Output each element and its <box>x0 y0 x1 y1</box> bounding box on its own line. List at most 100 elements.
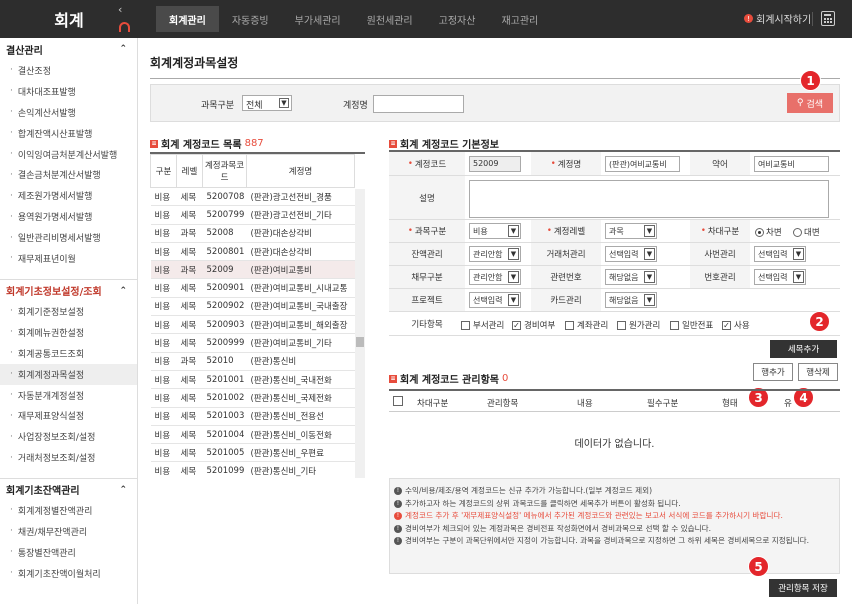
sidebar-item[interactable]: 회계공통코드조회 <box>0 343 137 364</box>
table-row[interactable]: 비용 세목 5200801 (판관)대손상각비 <box>150 242 355 262</box>
sidebar-item[interactable]: 회계기초잔액이월처리 <box>0 563 137 584</box>
desc-textarea[interactable] <box>469 180 829 218</box>
sidebar-item[interactable]: 결손금처분계산서발행 <box>0 164 137 185</box>
table-row[interactable]: 비용 세목 5201005 (판관)통신비_우편료 <box>150 443 355 463</box>
debt-select[interactable]: 관리안함 ▼ <box>469 269 521 285</box>
sidebar-item[interactable]: 사업장정보조회/설정 <box>0 426 137 447</box>
form-row: • 과목구분 비용 ▼ • 계정레벨 과목 ▼ • 차대구분 차변 대변 <box>389 220 840 243</box>
name-field[interactable]: (판관)여비교통비 <box>605 156 680 172</box>
start-accounting-link[interactable]: ! 회계시작하기 <box>744 11 811 26</box>
account-checkbox[interactable]: 계좌관리 <box>565 319 608 331</box>
table-cell: 비용 <box>150 388 177 408</box>
add-row-button[interactable]: 행추가 <box>753 363 793 381</box>
cost-checkbox[interactable]: 원가관리 <box>617 319 660 331</box>
tab-fixed-assets[interactable]: 고정자산 <box>426 6 489 32</box>
tab-inventory[interactable]: 재고관리 <box>488 6 551 32</box>
callout-badge-1: 1 <box>800 70 821 91</box>
sidebar-item[interactable]: 통장별잔액관리 <box>0 542 137 563</box>
tab-withholding[interactable]: 원천세관리 <box>354 6 426 32</box>
sidebar-item[interactable]: 합계잔액시산표발행 <box>0 123 137 144</box>
sidebar-item[interactable]: 거래처정보조회/설정 <box>0 447 137 468</box>
credit-radio[interactable]: 대변 <box>793 226 820 238</box>
table-row[interactable]: 비용 세목 5200903 (판관)여비교통비_해외출장 <box>150 315 355 335</box>
general-voucher-checkbox[interactable]: 일반전표 <box>670 319 713 331</box>
partner-select[interactable]: 선택입력 ▼ <box>605 246 657 262</box>
list-scrollbar[interactable] <box>355 189 365 478</box>
type-select[interactable]: 비용 ▼ <box>469 223 521 239</box>
chevron-down-icon: ▼ <box>644 271 655 283</box>
sidebar-item[interactable]: 회계계정별잔액관리 <box>0 500 137 521</box>
sidebar-item[interactable]: 자동분개계정설정 <box>0 385 137 406</box>
sidebar-item[interactable]: 재무제표양식설정 <box>0 405 137 426</box>
type-filter-select[interactable]: 전체 ▼ <box>242 95 292 111</box>
search-button[interactable]: ⚲ 검색 <box>787 93 833 113</box>
relno-select[interactable]: 해당없음 ▼ <box>605 269 657 285</box>
table-row[interactable]: 비용 세목 5200901 (판관)여비교통비_시내교통 <box>150 278 355 298</box>
empty-message: 데이터가 없습니다. <box>574 439 655 450</box>
table-row[interactable]: 비용 세목 5201004 (판관)통신비_이동전화 <box>150 425 355 445</box>
table-row[interactable]: 비용 과목 52008 (판관)대손상각비 <box>150 224 355 243</box>
select-all-checkbox[interactable] <box>393 396 403 406</box>
table-cell: 비용 <box>150 278 177 298</box>
tab-vat[interactable]: 부가세관리 <box>282 6 354 32</box>
table-row[interactable]: 비용 세목 5201001 (판관)통신비_국내전화 <box>150 370 355 390</box>
chevron-up-icon[interactable]: ⌃ <box>119 44 127 54</box>
scrollbar-thumb[interactable] <box>356 337 364 347</box>
sidebar-item-active[interactable]: 회계계정과목설정 <box>0 363 137 385</box>
number-select[interactable]: 선택입력 ▼ <box>754 269 806 285</box>
form-row: 설명 <box>389 176 840 220</box>
tab-accounting[interactable]: 회계관리 <box>156 6 219 32</box>
sidebar-section-title[interactable]: 회계기초잔액관리 ⌃ <box>0 478 137 500</box>
sidebar-item[interactable]: 일반관리비명세서발행 <box>0 227 137 248</box>
top-nav: 회계관리 자동증빙 부가세관리 원천세관리 고정자산 재고관리 <box>156 6 551 32</box>
delete-row-button[interactable]: 행삭제 <box>798 363 838 381</box>
collapse-sidebar-icon[interactable]: ‹ <box>118 3 122 16</box>
chevron-up-icon[interactable]: ⌃ <box>119 286 127 296</box>
dept-checkbox[interactable]: 부서관리 <box>461 319 504 331</box>
sidebar-section-title[interactable]: 결산관리 ⌃ <box>0 38 137 60</box>
table-row[interactable]: 비용 세목 5201099 (판관)통신비_기타 <box>150 461 355 478</box>
chevron-up-icon[interactable]: ⌃ <box>119 485 127 495</box>
employee-select[interactable]: 선택입력 ▼ <box>754 246 806 262</box>
sidebar-item[interactable]: 회계메뉴권한설정 <box>0 322 137 343</box>
balance-select[interactable]: 관리안함 ▼ <box>469 246 521 262</box>
table-row[interactable]: 비용 세목 5200799 (판관)광고선전비_기타 <box>150 205 355 225</box>
section-marker-icon: ≡ <box>389 139 397 148</box>
sidebar-item[interactable]: 이익잉여금처분계산서발행 <box>0 144 137 165</box>
list-count: 887 <box>244 138 264 149</box>
sidebar-item[interactable]: 대차대조표발행 <box>0 81 137 102</box>
table-row[interactable]: 비용 과목 52009 (판관)여비교통비 <box>150 260 355 280</box>
debit-radio[interactable]: 차변 <box>755 226 782 238</box>
sidebar-item[interactable]: 용역원가명세서발행 <box>0 206 137 227</box>
table-row[interactable]: 비용 세목 5200902 (판관)여비교통비_국내출장 <box>150 297 355 317</box>
tab-auto-evidence[interactable]: 자동증빙 <box>219 6 282 32</box>
table-cell: 세목 <box>176 297 203 317</box>
name-filter-input[interactable] <box>373 95 464 113</box>
sidebar-item[interactable]: 재무제표년이월 <box>0 248 137 269</box>
sidebar-item[interactable]: 채권/채무잔액관리 <box>0 521 137 542</box>
sidebar-item[interactable]: 회계기준정보설정 <box>0 301 137 322</box>
table-row[interactable]: 비용 과목 52010 (판관)통신비 <box>150 352 355 371</box>
sidebar-item[interactable]: 손익계산서발행 <box>0 102 137 123</box>
table-cell: 비용 <box>150 187 177 207</box>
calculator-icon[interactable] <box>821 11 835 26</box>
table-row[interactable]: 비용 세목 5201002 (판관)통신비_국제전화 <box>150 388 355 408</box>
sidebar-item[interactable]: 제조원가명세서발행 <box>0 185 137 206</box>
table-row[interactable]: 비용 세목 5200708 (판관)광고선전비_경품 <box>150 187 355 207</box>
expense-checkbox[interactable]: ✓ 경비여부 <box>512 319 555 331</box>
project-select[interactable]: 선택입력 ▼ <box>469 292 521 308</box>
col-header: 형태 <box>722 399 738 409</box>
form-row: 잔액관리 관리안함 ▼ 거래처관리 선택입력 ▼ 사번관리 선택입력 ▼ <box>389 243 840 266</box>
headset-icon[interactable] <box>119 22 130 32</box>
card-select[interactable]: 해당없음 ▼ <box>605 292 657 308</box>
sidebar-item[interactable]: 결산조정 <box>0 60 137 81</box>
add-sub-account-button[interactable]: 세목추가 <box>770 340 837 358</box>
col-header: 구분 <box>150 154 177 188</box>
table-row[interactable]: 비용 세목 5201003 (판관)통신비_전용선 <box>150 407 355 426</box>
sidebar-section-title[interactable]: 회계기초정보설정/조회 ⌃ <box>0 279 137 301</box>
level-select[interactable]: 과목 ▼ <box>605 223 657 239</box>
use-checkbox[interactable]: ✓ 사용 <box>722 319 750 331</box>
save-manage-items-button[interactable]: 관리항목 저장 <box>769 579 837 597</box>
abbr-field[interactable]: 여비교통비 <box>754 156 829 172</box>
table-row[interactable]: 비용 세목 5200999 (판관)여비교통비_기타 <box>150 333 355 353</box>
